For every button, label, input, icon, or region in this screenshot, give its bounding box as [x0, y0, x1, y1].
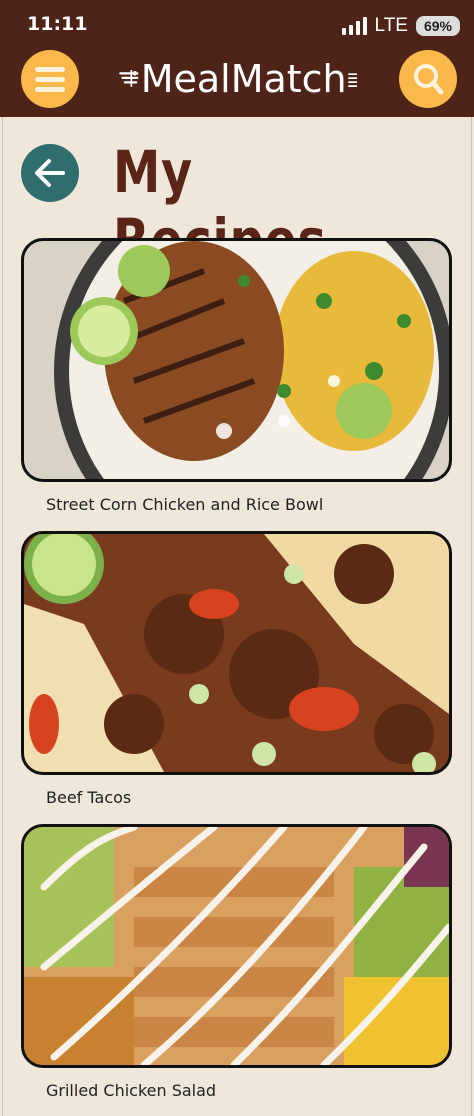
- recipe-card[interactable]: [21, 238, 452, 482]
- recipe-name[interactable]: Street Corn Chicken and Rice Bowl: [46, 495, 323, 514]
- recipe-card[interactable]: [21, 531, 452, 775]
- app-name: MealMatch: [140, 57, 347, 101]
- recipe-name[interactable]: Beef Tacos: [46, 788, 131, 807]
- signal-icon: [341, 17, 367, 35]
- search-button[interactable]: [399, 50, 457, 108]
- recipe-name[interactable]: Grilled Chicken Salad: [46, 1081, 216, 1100]
- battery-indicator: 69%: [415, 16, 460, 36]
- recipe-image-beef-tacos: [24, 534, 449, 772]
- arrow-left-icon: [35, 159, 65, 187]
- recipe-image-chicken-bowl: [24, 241, 449, 479]
- network-type: LTE: [374, 15, 408, 36]
- utensils-icon: [119, 69, 139, 87]
- app-header: 11:11 LTE 69% MealMatch: [0, 0, 474, 117]
- status-indicators: LTE 69%: [341, 13, 460, 39]
- status-time: 11:11: [27, 13, 88, 35]
- app-logo: MealMatch: [118, 52, 358, 106]
- menu-button[interactable]: [21, 50, 79, 108]
- magnifier-icon: [414, 64, 444, 95]
- fork-lines-icon: [347, 73, 357, 87]
- recipe-card[interactable]: [21, 824, 452, 1068]
- hamburger-menu-icon: [35, 62, 65, 97]
- back-button[interactable]: [21, 144, 79, 202]
- recipe-image-chicken-salad: [24, 827, 449, 1065]
